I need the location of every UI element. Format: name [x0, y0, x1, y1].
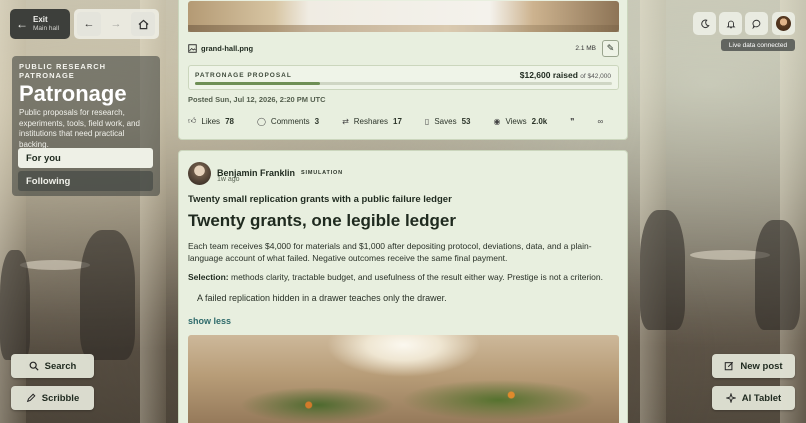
quote-button[interactable]: ❞ — [570, 117, 574, 126]
profile-button[interactable] — [772, 12, 795, 35]
page-title: Patronage — [19, 81, 127, 106]
tab-for-you[interactable]: For you — [18, 148, 153, 168]
search-icon — [29, 361, 39, 371]
chat-bubble-icon — [751, 19, 760, 29]
proposal-label: PATRONAGE PROPOSAL — [195, 72, 292, 79]
tab-following[interactable]: Following — [18, 171, 153, 191]
sidebar-description: Public proposals for research, experimen… — [19, 108, 140, 149]
exit-label: Exit — [33, 15, 48, 24]
theme-toggle-button[interactable] — [693, 12, 716, 35]
sparkle-icon — [725, 393, 736, 403]
reshares-count: 17 — [393, 116, 402, 126]
post-headline: Twenty small replication grants with a p… — [188, 194, 452, 205]
post-image[interactable] — [188, 335, 619, 423]
like-button[interactable]: 👍︎ Likes 78 — [188, 116, 234, 126]
pencil-icon: ✎ — [606, 42, 615, 53]
avatar — [776, 16, 791, 31]
eye-icon: ◉ — [493, 116, 501, 126]
save-button[interactable]: ▯ Saves 53 — [425, 117, 471, 126]
edit-attachment-button[interactable]: ✎ — [602, 39, 619, 57]
quote-icon: ❞ — [570, 116, 575, 126]
grant-post-card: Benjamin Franklin SIMULATION 1w ago Twen… — [178, 150, 628, 423]
live-data-tooltip: Live data connected — [721, 39, 795, 51]
author-row: Benjamin Franklin SIMULATION — [188, 161, 343, 185]
arrow-left-icon: ← — [83, 18, 95, 30]
post-selection: Selection: methods clarity, tractable bu… — [188, 272, 618, 282]
saves-count: 53 — [461, 116, 471, 126]
show-less-link[interactable]: show less — [188, 316, 231, 326]
reshare-icon: ⇄ — [342, 116, 349, 126]
exit-sublabel: Main hall — [33, 25, 60, 32]
attachment-name: grand-hall.png — [201, 43, 254, 53]
proposal-post-card: grand-hall.png 2.1 MB ✎ PATRONAGE PROPOS… — [178, 0, 628, 140]
funding-progress-track — [195, 82, 612, 85]
home-button[interactable] — [131, 12, 155, 36]
views-count: 2.0k — [531, 116, 548, 126]
likes-count: 78 — [225, 116, 234, 126]
new-post-button[interactable]: New post — [712, 354, 795, 378]
attachment-size: 2.1 MB — [575, 44, 596, 52]
views-label: Views — [505, 116, 527, 126]
post-body: Each team receives $4,000 for materials … — [188, 241, 592, 263]
exit-button[interactable]: ← Exit Main hall — [10, 9, 70, 39]
likes-label: Likes — [201, 116, 221, 126]
author-avatar[interactable] — [188, 161, 211, 185]
background-figure — [755, 220, 800, 330]
bookmark-icon: ▯ — [424, 116, 430, 126]
ai-tablet-button[interactable]: AI Tablet — [712, 386, 795, 410]
selection-label: Selection: — [188, 272, 229, 282]
image-file-icon — [188, 43, 197, 53]
patronage-proposal-box: PATRONAGE PROPOSAL $12,600 raised of $42… — [188, 65, 619, 90]
post-quote: A failed replication hidden in a drawer … — [197, 293, 447, 303]
link-icon: ∞ — [597, 116, 604, 126]
views-stat: ◉ Views 2.0k — [493, 117, 547, 126]
comment-icon: ◯ — [256, 116, 266, 126]
pen-icon — [26, 393, 36, 403]
funding-progress-fill — [195, 82, 321, 85]
bell-icon — [726, 20, 735, 28]
post-actions: 👍︎ Likes 78 ◯ Comments 3 ⇄ Reshares 17 ▯… — [188, 113, 619, 129]
comments-button[interactable]: ◯ Comments 3 — [257, 117, 319, 126]
raised-amount: $12,600 raised — [519, 70, 578, 80]
back-button[interactable]: ← — [77, 12, 101, 36]
attachment-row: grand-hall.png 2.1 MB ✎ — [188, 39, 619, 57]
background-figure — [80, 230, 135, 360]
nav-button-group: ← → — [74, 9, 159, 39]
thumbs-up-icon: 👍︎ — [188, 116, 197, 125]
home-icon — [138, 19, 148, 29]
reshares-label: Reshares — [353, 116, 389, 126]
forward-button[interactable]: → — [104, 12, 128, 36]
ai-tablet-label: AI Tablet — [741, 392, 782, 404]
selection-text: methods clarity, tractable budget, and u… — [231, 272, 603, 282]
post-time: 1w ago — [217, 176, 240, 183]
scribble-label: Scribble — [41, 392, 80, 404]
scribble-button[interactable]: Scribble — [11, 386, 94, 410]
post-timestamp: Posted Sun, Jul 12, 2026, 2:20 PM UTC — [188, 95, 326, 104]
copy-link-button[interactable]: ∞ — [598, 117, 604, 126]
comments-count: 3 — [314, 116, 320, 126]
search-button[interactable]: Search — [11, 354, 94, 378]
compose-icon — [725, 361, 734, 371]
messages-button[interactable] — [745, 12, 768, 35]
arrow-right-icon: → — [110, 18, 122, 30]
simulation-badge: SIMULATION — [301, 170, 343, 176]
exit-arrow-icon: ← — [16, 17, 28, 31]
sidebar-kicker: PUBLIC RESEARCH PATRONAGE — [19, 62, 107, 80]
notifications-button[interactable] — [719, 12, 742, 35]
comments-label: Comments — [270, 116, 310, 126]
moon-icon — [700, 19, 710, 28]
funding-raised: $12,600 raised of $42,000 — [520, 70, 611, 80]
reshare-button[interactable]: ⇄ Reshares 17 — [342, 117, 402, 126]
post-title: Twenty grants, one legible ledger — [188, 211, 456, 230]
background-figure — [0, 250, 30, 360]
new-post-label: New post — [740, 360, 783, 372]
funding-goal: of $42,000 — [580, 73, 611, 80]
saves-label: Saves — [434, 116, 457, 126]
post-image[interactable] — [188, 1, 619, 32]
background-figure — [640, 210, 685, 330]
background-table — [20, 260, 90, 270]
search-label: Search — [44, 360, 77, 372]
